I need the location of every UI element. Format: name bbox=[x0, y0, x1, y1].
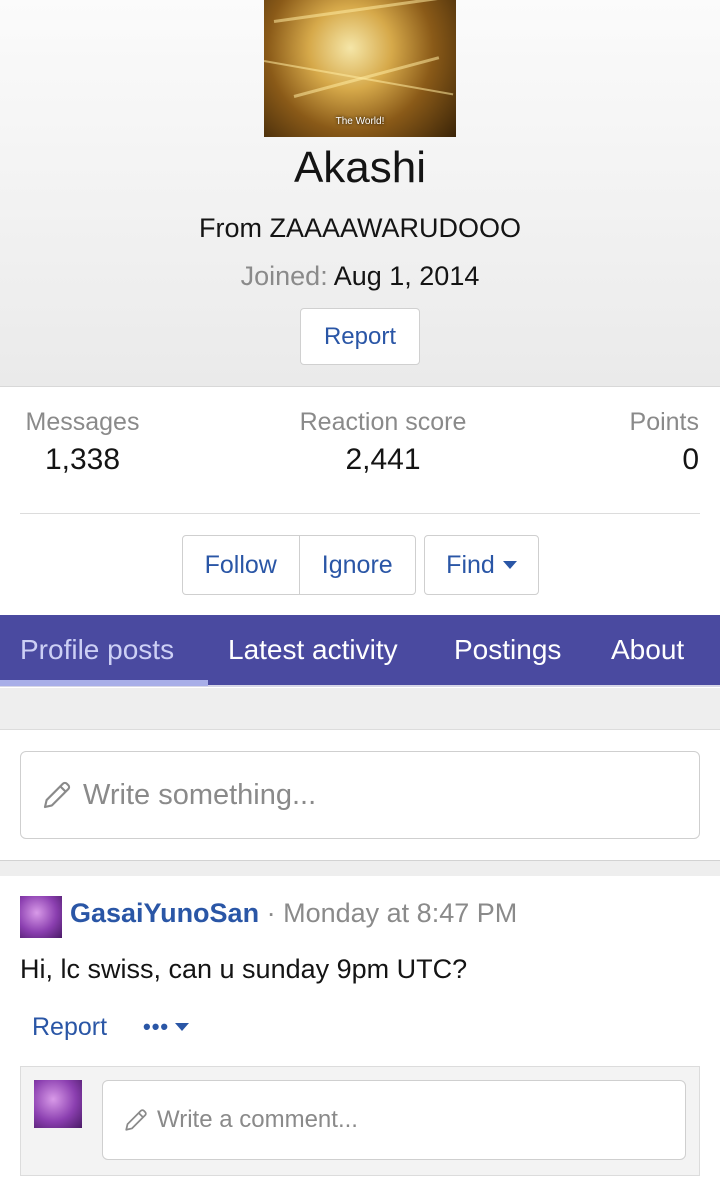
pencil-icon bbox=[41, 779, 73, 811]
stat-messages[interactable]: Messages 1,338 bbox=[20, 408, 145, 477]
profile-joined: Joined: Aug 1, 2014 bbox=[0, 261, 720, 292]
stat-points: Points 0 bbox=[600, 408, 720, 477]
tab-profile-posts[interactable]: Profile posts bbox=[20, 615, 174, 685]
messages-value: 1,338 bbox=[44, 443, 121, 476]
follow-ignore-group: Follow Ignore bbox=[182, 535, 416, 595]
points-value: 0 bbox=[682, 443, 699, 476]
reaction-label: Reaction score bbox=[299, 408, 467, 436]
find-label: Find bbox=[446, 550, 495, 579]
post-more-menu[interactable]: ••• bbox=[143, 1014, 190, 1040]
write-comment-placeholder: Write a comment... bbox=[157, 1106, 358, 1133]
profile-header: The World! Akashi From ZAAAAWARUDOOO Joi… bbox=[0, 0, 720, 387]
tab-latest-activity[interactable]: Latest activity bbox=[228, 615, 398, 685]
section-separator-2 bbox=[0, 860, 720, 876]
commenter-avatar bbox=[34, 1080, 82, 1128]
post-author-link[interactable]: GasaiYunoSan bbox=[70, 898, 259, 928]
pencil-icon bbox=[123, 1107, 149, 1133]
profile-avatar[interactable]: The World! bbox=[264, 0, 456, 137]
post-body: Hi, lc swiss, can u sunday 9pm UTC? bbox=[20, 954, 468, 984]
report-profile-button[interactable]: Report bbox=[300, 308, 420, 365]
write-something-input[interactable]: Write something... bbox=[20, 751, 700, 839]
profile-username: Akashi bbox=[293, 143, 427, 192]
stats-divider bbox=[20, 513, 700, 514]
post-timestamp[interactable]: Monday at 8:47 PM bbox=[283, 898, 517, 928]
chevron-down-icon bbox=[175, 1023, 190, 1031]
write-comment-input[interactable]: Write a comment... bbox=[102, 1080, 686, 1160]
find-button[interactable]: Find bbox=[425, 536, 538, 594]
messages-label: Messages bbox=[25, 408, 140, 436]
find-dropdown[interactable]: Find bbox=[424, 535, 539, 595]
write-something-placeholder: Write something... bbox=[83, 778, 317, 811]
profile-tabs: Profile posts Latest activity Postings A… bbox=[0, 615, 720, 687]
more-dots-icon: ••• bbox=[143, 1014, 170, 1039]
active-tab-indicator bbox=[0, 680, 208, 686]
post-author-avatar[interactable] bbox=[20, 896, 62, 938]
tab-postings[interactable]: Postings bbox=[454, 615, 561, 685]
post-report-link[interactable]: Report bbox=[32, 1013, 107, 1042]
stat-reaction-score: Reaction score 2,441 bbox=[283, 408, 483, 477]
profile-location: From ZAAAAWARUDOOO bbox=[198, 213, 521, 243]
joined-label: Joined: bbox=[240, 261, 328, 291]
post-meta: GasaiYunoSan · Monday at 8:47 PM bbox=[70, 898, 517, 929]
tab-about[interactable]: About bbox=[611, 615, 684, 685]
section-separator bbox=[0, 688, 720, 730]
post-separator: · bbox=[266, 898, 276, 928]
reaction-value: 2,441 bbox=[345, 443, 421, 476]
avatar-caption: The World! bbox=[335, 116, 385, 127]
points-label: Points bbox=[629, 408, 699, 436]
ignore-button[interactable]: Ignore bbox=[300, 536, 416, 594]
follow-button[interactable]: Follow bbox=[183, 536, 300, 594]
chevron-down-icon bbox=[502, 561, 517, 569]
joined-date: Aug 1, 2014 bbox=[333, 261, 480, 291]
